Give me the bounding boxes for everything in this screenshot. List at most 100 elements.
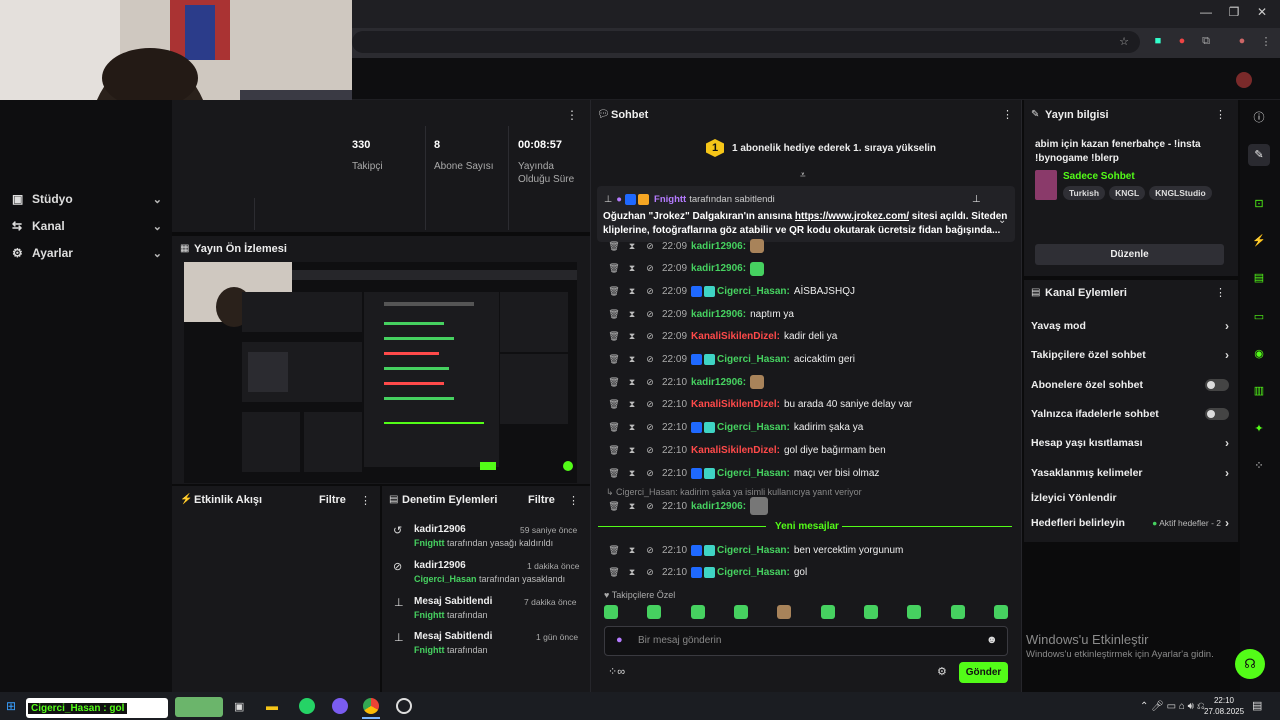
emote-button[interactable]: [950, 605, 965, 619]
layout-icon[interactable]: ▥: [1248, 380, 1270, 402]
chat-icon[interactable]: ▭: [1248, 306, 1270, 328]
pinned-link[interactable]: https://www.jrokez.com/: [795, 211, 909, 222]
delete-icon[interactable]: 🗑︎: [608, 263, 620, 274]
chat-message[interactable]: 🗑︎ ⧗ ⊘ 22:10 kadir12906:: [608, 497, 769, 515]
whatsapp-icon[interactable]: [299, 698, 315, 714]
pinned-by-user[interactable]: Fnightt: [654, 194, 686, 205]
timeout-icon[interactable]: ⧗: [626, 422, 638, 433]
ban-icon[interactable]: ⊘: [644, 309, 656, 320]
pencil-icon[interactable]: ✎: [1248, 144, 1270, 166]
broadcast-icon[interactable]: ◉: [1248, 343, 1270, 365]
stream-preview-video[interactable]: [184, 262, 577, 483]
task-view-icon[interactable]: ▣: [234, 700, 244, 713]
collapse-icon[interactable]: ⩡: [800, 170, 806, 181]
profile-avatar[interactable]: ●: [1234, 35, 1250, 49]
send-button[interactable]: Gönder: [959, 662, 1008, 683]
address-bar[interactable]: [352, 31, 1140, 53]
panel-menu-icon[interactable]: ⋮: [1002, 108, 1013, 121]
bookmark-star-icon[interactable]: ☆: [1116, 35, 1132, 49]
emote-button[interactable]: [993, 605, 1008, 619]
delete-icon[interactable]: 🗑︎: [608, 286, 620, 297]
mod-event-actor[interactable]: Fnightt: [414, 645, 445, 655]
emote-button[interactable]: [820, 605, 835, 619]
sidebar-item-studio[interactable]: ▣ Stüdyo ⌄: [12, 188, 162, 210]
delete-icon[interactable]: 🗑︎: [608, 399, 620, 410]
emote-button[interactable]: [777, 605, 792, 619]
message-username[interactable]: KanaliSikilenDizel:: [691, 445, 780, 456]
browser-menu-icon[interactable]: ⋮: [1258, 35, 1274, 49]
moderation-filter-button[interactable]: Filtre: [528, 494, 555, 506]
lightning-icon[interactable]: ⚡: [1248, 230, 1270, 252]
chat-message[interactable]: 🗑︎ ⧗ ⊘ 22:10 Cigerci_Hasan: ben vercektim …: [608, 541, 903, 559]
message-username[interactable]: KanaliSikilenDizel:: [691, 331, 780, 342]
chrome-icon[interactable]: [363, 698, 379, 714]
unpin-icon[interactable]: ⊥: [972, 194, 981, 205]
message-username[interactable]: Cigerci_Hasan:: [717, 286, 790, 297]
tag-chip[interactable]: KNGLStudio: [1149, 186, 1212, 200]
chat-message[interactable]: 🗑︎ ⧗ ⊘ 22:09 KanaliSikilenDizel: kadir deli y…: [608, 328, 837, 346]
timeout-icon[interactable]: ⧗: [626, 354, 638, 365]
emote-button[interactable]: [907, 605, 922, 619]
emote-button[interactable]: [690, 605, 705, 619]
close-button[interactable]: ✕: [1252, 5, 1272, 21]
host-row[interactable]: İzleyici Yönlendir: [1031, 490, 1229, 506]
timeout-icon[interactable]: ⧗: [626, 399, 638, 410]
ban-icon[interactable]: ⊘: [644, 422, 656, 433]
delete-icon[interactable]: 🗑︎: [608, 309, 620, 320]
slow-mode-row[interactable]: Yavaş mod ›: [1031, 318, 1229, 334]
edit-button[interactable]: Düzenle: [1035, 244, 1224, 265]
obs-icon[interactable]: [396, 698, 412, 714]
followers-only-row[interactable]: Takipçilere özel sohbet ›: [1031, 347, 1229, 363]
ban-icon[interactable]: ⊘: [644, 354, 656, 365]
ban-icon[interactable]: ⊘: [644, 545, 656, 556]
timeout-icon[interactable]: ⧗: [626, 331, 638, 342]
panel-menu-icon[interactable]: ⋮: [568, 494, 579, 507]
chat-message[interactable]: 🗑︎ ⧗ ⊘ 22:10 Cigerci_Hasan: gol: [608, 563, 807, 581]
emote-button[interactable]: [733, 605, 748, 619]
message-username[interactable]: kadir12906:: [691, 263, 746, 274]
timeout-icon[interactable]: ⧗: [626, 468, 638, 479]
document-icon[interactable]: ▤: [1248, 267, 1270, 289]
timeout-icon[interactable]: ⧗: [626, 545, 638, 556]
extension-icon[interactable]: ■: [1150, 35, 1166, 49]
gift-leaderboard-text[interactable]: 1 abonelik hediye ederek 1. sıraya yükse…: [732, 143, 936, 154]
ban-icon[interactable]: ⊘: [644, 241, 656, 252]
emote-button[interactable]: [863, 605, 878, 619]
weather-widget[interactable]: [175, 697, 223, 717]
delete-icon[interactable]: 🗑︎: [608, 354, 620, 365]
chat-message[interactable]: 🗑︎ ⧗ ⊘ 22:10 Cigerci_Hasan: maçı ver bisi olm…: [608, 464, 879, 482]
file-explorer-icon[interactable]: ▬: [266, 699, 278, 713]
timeout-icon[interactable]: ⧗: [626, 241, 638, 252]
activity-filter-button[interactable]: Filtre: [319, 494, 346, 506]
ban-icon[interactable]: ⊘: [644, 286, 656, 297]
emote-button[interactable]: [604, 605, 618, 619]
account-age-row[interactable]: Hesap yaşı kısıtlaması ›: [1031, 435, 1229, 451]
gear-icon[interactable]: ⚙: [937, 665, 947, 678]
support-button[interactable]: ☊: [1235, 649, 1265, 679]
chat-message[interactable]: 🗑︎ ⧗ ⊘ 22:09 Cigerci_Hasan: AİSBAJSHQJ: [608, 282, 855, 300]
wrench-icon[interactable]: ✦: [1248, 418, 1270, 440]
panel-menu-icon[interactable]: ⋮: [360, 494, 371, 507]
message-username[interactable]: kadir12906:: [691, 241, 746, 252]
delete-icon[interactable]: 🗑︎: [608, 567, 620, 578]
chat-message[interactable]: 🗑︎ ⧗ ⊘ 22:09 kadir12906: naptım ya: [608, 305, 794, 323]
emoji-icon[interactable]: ☻: [986, 634, 998, 646]
message-username[interactable]: Cigerci_Hasan:: [717, 567, 790, 578]
goals-row[interactable]: Hedefleri belirleyin ● Aktif hedefler - 2…: [1031, 515, 1229, 531]
ban-icon[interactable]: ⊘: [644, 501, 656, 512]
delete-icon[interactable]: 🗑︎: [608, 545, 620, 556]
message-username[interactable]: Cigerci_Hasan:: [717, 354, 790, 365]
ban-icon[interactable]: ⊘: [644, 331, 656, 342]
app-icon[interactable]: [332, 698, 348, 714]
panel-menu-icon[interactable]: ⋮: [1215, 108, 1226, 121]
ban-icon[interactable]: ⊘: [644, 377, 656, 388]
message-username[interactable]: Cigerci_Hasan:: [717, 545, 790, 556]
taskbar-date[interactable]: 27.08.2025: [1204, 707, 1244, 716]
delete-icon[interactable]: 🗑︎: [608, 445, 620, 456]
timeout-icon[interactable]: ⧗: [626, 377, 638, 388]
mod-event-actor[interactable]: Cigerci_Hasan: [414, 574, 477, 584]
delete-icon[interactable]: 🗑︎: [608, 241, 620, 252]
timeout-icon[interactable]: ⧗: [626, 263, 638, 274]
ban-icon[interactable]: ⊘: [644, 445, 656, 456]
delete-icon[interactable]: 🗑︎: [608, 422, 620, 433]
